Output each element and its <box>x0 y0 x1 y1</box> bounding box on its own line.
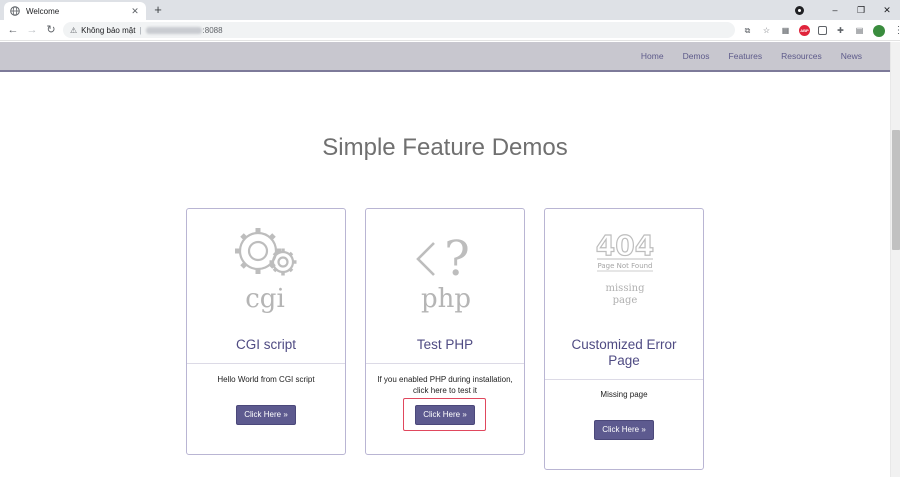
cgi-icon-caption: cgi <box>245 284 285 313</box>
browser-toolbar: ← → ↻ ⚠ Không bảo mật | :8088 ⧉ ☆ ▦ ABP … <box>0 20 900 41</box>
adblock-icon[interactable]: ABP <box>799 25 810 36</box>
bookmark-star-icon[interactable]: ☆ <box>761 25 772 36</box>
page-scrollbar[interactable] <box>890 42 900 477</box>
card-description-php: If you enabled PHP during installation, … <box>370 374 520 396</box>
address-port: :8088 <box>202 25 223 35</box>
nav-link-news[interactable]: News <box>841 51 862 61</box>
back-arrow-icon[interactable]: ← <box>5 22 21 38</box>
404-caption-line1: missing <box>606 283 646 294</box>
nav-link-home[interactable]: Home <box>641 51 664 61</box>
card-divider <box>366 363 524 364</box>
card-title-error: Customized Error Page <box>545 337 703 369</box>
address-separator: | <box>139 25 142 35</box>
card-description-error: Missing page <box>600 390 648 399</box>
globe-icon <box>10 6 20 16</box>
card-test-php: ? php Test PHP If you enabled PHP during… <box>365 208 525 455</box>
tab-close-icon[interactable]: ✕ <box>130 6 140 16</box>
card-cgi-script: cgi CGI script Hello World from CGI scri… <box>186 208 346 455</box>
translate-icon[interactable]: ⧉ <box>742 25 753 36</box>
address-bar[interactable]: ⚠ Không bảo mật | :8088 <box>63 22 735 38</box>
site-nav-links: Home Demos Features Resources News <box>622 42 862 70</box>
close-window-button[interactable]: ✕ <box>874 0 900 20</box>
browser-tab-bar: Welcome ✕ + – ❐ ✕ <box>0 0 900 20</box>
php-icon-caption: php <box>421 284 471 313</box>
error-title-line2: Page <box>608 353 640 368</box>
reload-icon[interactable]: ↻ <box>43 22 59 38</box>
404-code: 404 <box>596 229 654 262</box>
scrollbar-thumb[interactable] <box>892 130 900 250</box>
warning-triangle-icon[interactable]: ⚠ <box>70 26 77 35</box>
extension-icons: ⧉ ☆ ▦ ABP ✚ ▤ ⋮ <box>742 23 900 38</box>
blurred-ip-address <box>145 26 202 34</box>
php-click-here-button[interactable]: Click Here » <box>415 405 475 425</box>
nav-link-features[interactable]: Features <box>729 51 763 61</box>
gears-cgi-icon: cgi <box>235 228 297 313</box>
card-title-php: Test PHP <box>416 337 474 352</box>
php-description-line2: click here to test it <box>412 386 478 395</box>
card-description-cgi: Hello World from CGI script <box>217 375 315 384</box>
error-title-line1: Customized Error <box>571 337 677 352</box>
tab-title: Welcome <box>26 6 60 16</box>
cgi-click-here-button[interactable]: Click Here » <box>236 405 296 425</box>
minimize-button[interactable]: – <box>822 0 848 20</box>
nav-link-demos[interactable]: Demos <box>683 51 710 61</box>
page-viewport: Home Demos Features Resources News Simpl… <box>0 42 900 477</box>
php-icon: ? php <box>416 231 471 313</box>
forward-arrow-icon[interactable]: → <box>24 22 40 38</box>
card-title-cgi: CGI script <box>235 337 296 352</box>
user-avatar[interactable] <box>873 24 885 37</box>
nav-link-resources[interactable]: Resources <box>781 51 822 61</box>
media-control-icon[interactable]: ▤ <box>854 25 865 36</box>
window-controls: – ❐ ✕ <box>795 0 900 20</box>
404-icon: 404 Page Not Found missing page <box>595 228 655 306</box>
error-click-here-button[interactable]: Click Here » <box>594 420 654 440</box>
security-label[interactable]: Không bảo mật <box>81 26 135 35</box>
card-customized-error-page: 404 Page Not Found missing page Customiz… <box>544 208 704 470</box>
card-divider <box>545 379 703 380</box>
page-heading: Simple Feature Demos <box>322 134 568 161</box>
card-divider <box>187 363 345 364</box>
extension-box-icon[interactable] <box>818 26 827 35</box>
404-subtitle: Page Not Found <box>597 262 652 270</box>
site-navbar: Home Demos Features Resources News <box>0 42 890 72</box>
browser-tab-welcome[interactable]: Welcome ✕ <box>4 2 146 20</box>
new-tab-button[interactable]: + <box>152 2 164 18</box>
svg-text:?: ? <box>444 231 470 287</box>
puzzle-extensions-icon[interactable]: ✚ <box>835 25 846 36</box>
chrome-profile-icon[interactable] <box>795 5 804 15</box>
browser-menu-icon[interactable]: ⋮ <box>893 25 900 36</box>
404-caption-line2: page <box>613 295 638 306</box>
restore-button[interactable]: ❐ <box>848 0 874 20</box>
extension-grid-icon[interactable]: ▦ <box>780 25 791 36</box>
php-description-line1: If you enabled PHP during installation, <box>377 375 513 384</box>
